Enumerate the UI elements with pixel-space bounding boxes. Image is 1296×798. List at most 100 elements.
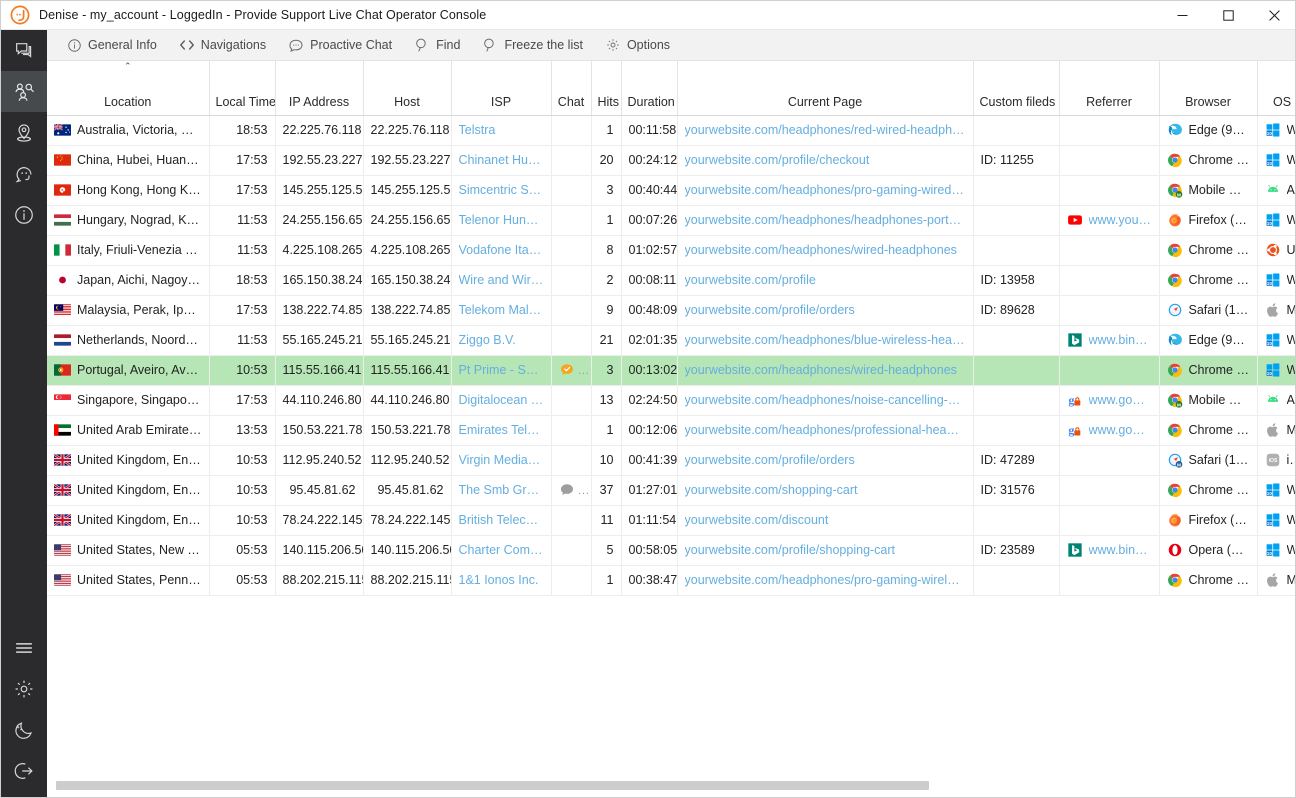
rail-item-night-mode[interactable] (1, 709, 47, 750)
toolbar-freeze-list[interactable]: Freeze the list (471, 30, 594, 61)
column-header-custom-fields[interactable]: Custom fileds (973, 61, 1059, 115)
column-header-hits[interactable]: Hits (591, 61, 621, 115)
current-page-link[interactable]: yourwebsite.com/headphones/headphones-po… (685, 213, 966, 227)
current-page-link[interactable]: yourwebsite.com/profile/orders (685, 453, 966, 467)
minimize-button[interactable] (1159, 1, 1205, 30)
horizontal-scrollbar-thumb[interactable] (56, 781, 929, 790)
table-row[interactable]: United Kingdom, Engl…10:5395.45.81.6295.… (47, 475, 1296, 505)
referrer-link[interactable]: www.bing.co… (1089, 543, 1152, 557)
current-page-link[interactable]: yourwebsite.com/headphones/red-wired-hea… (685, 123, 966, 137)
toolbar-find[interactable]: Find (403, 30, 471, 61)
table-row[interactable]: United States, New Yo…05:53140.115.206.5… (47, 535, 1296, 565)
column-header-chat[interactable]: Chat (551, 61, 591, 115)
current-page-link[interactable]: yourwebsite.com/profile (685, 273, 966, 287)
table-row[interactable]: Singapore, Singapore…17:5344.110.246.804… (47, 385, 1296, 415)
table-row[interactable]: Netherlands, Noord-…11:5355.165.245.2155… (47, 325, 1296, 355)
isp-link[interactable]: Virgin Media Li… (459, 453, 544, 467)
isp-link[interactable]: 1&1 Ionos Inc. (459, 573, 544, 587)
column-header-location[interactable]: ⌃ Location (47, 61, 209, 115)
table-row[interactable]: Italy, Friuli-Venezia Gi…11:534.225.108.… (47, 235, 1296, 265)
table-row[interactable]: China, Hubei, Huangg…17:53192.55.23.2271… (47, 145, 1296, 175)
isp-link[interactable]: Ziggo B.V. (459, 333, 544, 347)
table-row[interactable]: Hungary, Nograd, Kar…11:5324.255.156.652… (47, 205, 1296, 235)
maximize-button[interactable] (1205, 1, 1251, 30)
isp-link[interactable]: Charter Commu… (459, 543, 544, 557)
current-page-link[interactable]: yourwebsite.com/headphones/noise-cancell… (685, 393, 966, 407)
local-time-text: 11:53 (237, 243, 267, 257)
referrer-link[interactable]: www.google… (1089, 423, 1152, 437)
location-text: United States, Pennsy… (77, 573, 202, 587)
column-header-referrer[interactable]: Referrer (1059, 61, 1159, 115)
current-page-link[interactable]: yourwebsite.com/headphones/pro-gaming-wi… (685, 183, 966, 197)
column-header-current-page[interactable]: Current Page (677, 61, 973, 115)
table-row[interactable]: Malaysia, Perak, Ipoh, …17:53138.222.74.… (47, 295, 1296, 325)
current-page-link[interactable]: yourwebsite.com/headphones/blue-wireless… (685, 333, 966, 347)
column-header-browser[interactable]: Browser (1159, 61, 1257, 115)
table-row[interactable]: United States, Pennsy…05:5388.202.215.11… (47, 565, 1296, 595)
column-header-local-time[interactable]: Local Time (209, 61, 275, 115)
cell-ip-address: 140.115.206.50 (275, 535, 363, 565)
referrer-link[interactable]: www.google… (1089, 393, 1152, 407)
cell-ip-address: 95.45.81.62 (275, 475, 363, 505)
rail-item-logout[interactable] (1, 750, 47, 791)
column-header-duration[interactable]: Duration (621, 61, 677, 115)
chat-status[interactable]: … (559, 482, 584, 498)
cell-hits: 3 (591, 355, 621, 385)
table-row[interactable]: Australia, Victoria, Ge…18:5322.225.76.1… (47, 115, 1296, 145)
current-page-link[interactable]: yourwebsite.com/shopping-cart (685, 483, 966, 497)
isp-link[interactable]: Chinanet Hube… (459, 153, 544, 167)
isp-link[interactable]: British Telecom… (459, 513, 544, 527)
table-row[interactable]: Japan, Aichi, Nagoya, …18:53165.150.38.2… (47, 265, 1296, 295)
table-row[interactable]: United Kingdom, Engl…10:5378.24.222.1457… (47, 505, 1296, 535)
duration-text: 01:11:54 (629, 513, 677, 527)
rail-item-operators[interactable] (1, 153, 47, 194)
current-page-link[interactable]: yourwebsite.com/profile/shopping-cart (685, 543, 966, 557)
table-row[interactable]: United Arab Emirates…13:53150.53.221.781… (47, 415, 1296, 445)
browser-text: Firefox (89… (1189, 213, 1250, 227)
current-page-link[interactable]: yourwebsite.com/headphones/wired-headpho… (685, 363, 966, 377)
current-page-link[interactable]: yourwebsite.com/headphones/professional-… (685, 423, 966, 437)
isp-link[interactable]: The Smb Group (459, 483, 544, 497)
toolbar-navigations[interactable]: Navigations (168, 30, 277, 61)
current-page-link[interactable]: yourwebsite.com/headphones/pro-gaming-wi… (685, 573, 966, 587)
isp-link[interactable]: Telenor Hungar… (459, 213, 544, 227)
current-page-link[interactable]: yourwebsite.com/profile/checkout (685, 153, 966, 167)
rail-item-info[interactable] (1, 194, 47, 235)
referrer-link[interactable]: www.youtub… (1089, 213, 1152, 227)
close-button[interactable] (1251, 1, 1296, 30)
current-page-link[interactable]: yourwebsite.com/discount (685, 513, 966, 527)
toolbar-general-info[interactable]: General Info (55, 30, 168, 61)
os-icon: 10 (1265, 482, 1281, 498)
current-page-link[interactable]: yourwebsite.com/headphones/wired-headpho… (685, 243, 966, 257)
isp-link[interactable]: Simcentric Solu… (459, 183, 544, 197)
current-page-link[interactable]: yourwebsite.com/profile/orders (685, 303, 966, 317)
chat-status[interactable]: … (559, 362, 584, 378)
isp-link[interactable]: Wire and Wirel… (459, 273, 544, 287)
isp-link[interactable]: Digitalocean Llc (459, 393, 544, 407)
rail-item-visitors[interactable] (1, 71, 47, 112)
cell-ip-address: 165.150.38.24 (275, 265, 363, 295)
host-text: 44.110.246.80 (371, 393, 450, 407)
column-header-isp[interactable]: ISP (451, 61, 551, 115)
table-row[interactable]: Portugal, Aveiro, Ave…10:53115.55.166.41… (47, 355, 1296, 385)
rail-item-locations[interactable] (1, 112, 47, 153)
referrer-link[interactable]: www.bing.co… (1089, 333, 1152, 347)
rail-item-chats[interactable] (1, 30, 47, 71)
rail-item-menu[interactable] (1, 627, 47, 668)
table-row[interactable]: United Kingdom, Engl…10:53112.95.240.521… (47, 445, 1296, 475)
toolbar-proactive-chat[interactable]: Proactive Chat (277, 30, 403, 61)
visitors-grid-container[interactable]: ⌃ Location Local Time IP Address Host IS… (47, 61, 1296, 770)
table-row[interactable]: Hong Kong, Hong Ko…17:53145.255.125.5514… (47, 175, 1296, 205)
isp-link[interactable]: Emirates Teleco… (459, 423, 544, 437)
isp-link[interactable]: Pt Prime - Solu… (459, 363, 544, 377)
column-header-host[interactable]: Host (363, 61, 451, 115)
isp-link[interactable]: Telstra (459, 123, 544, 137)
column-header-ip-address[interactable]: IP Address (275, 61, 363, 115)
toolbar-options[interactable]: Options (594, 30, 681, 61)
rail-item-settings[interactable] (1, 668, 47, 709)
isp-link[interactable]: Telekom Malay… (459, 303, 544, 317)
isp-link[interactable]: Vodafone Italia … (459, 243, 544, 257)
column-header-os[interactable]: OS (1257, 61, 1296, 115)
local-time-text: 13:53 (236, 423, 267, 437)
horizontal-scrollbar[interactable] (47, 780, 1290, 791)
